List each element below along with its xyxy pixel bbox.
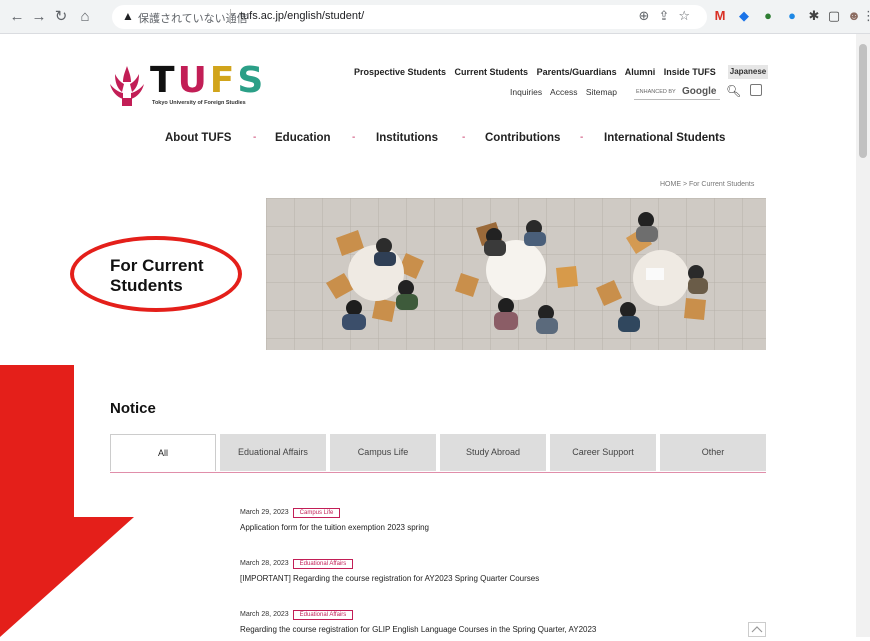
- news-list-item[interactable]: March 28, 2023 Eduational Affairs [IMPORT…: [240, 552, 539, 583]
- logo-subtitle: Tokyo University of Foreign Studies: [152, 100, 246, 106]
- side-panel-icon[interactable]: ▢: [826, 8, 842, 24]
- back-arrow-icon[interactable]: ←: [8, 8, 26, 26]
- forward-arrow-icon[interactable]: →: [30, 8, 48, 26]
- share-icon[interactable]: ⇪: [658, 8, 678, 23]
- security-label: 保護されていない通信: [138, 13, 248, 25]
- nav-link-alumni[interactable]: Alumni: [625, 67, 656, 77]
- news-category-tag: Campus Life: [292, 508, 341, 518]
- bookmark-star-icon[interactable]: ☆: [678, 8, 699, 23]
- reload-icon[interactable]: ↻: [52, 8, 70, 26]
- main-navigation: About TUFS - Education - Institutions - …: [0, 130, 870, 150]
- annotation-ellipse: [70, 236, 242, 312]
- tab-educational-affairs[interactable]: Eduational Affairs: [220, 434, 326, 471]
- profile-avatar-icon[interactable]: ☻: [846, 8, 862, 24]
- nav-education[interactable]: Education: [275, 132, 331, 144]
- nav-separator: -: [462, 132, 466, 143]
- nav-contributions[interactable]: Contributions: [485, 132, 560, 144]
- address-bar[interactable]: ▲ 保護されていない通信 tufs.ac.jp/english/student/…: [112, 5, 707, 29]
- menu-kebab-icon[interactable]: ⋮: [862, 8, 870, 24]
- news-list-item[interactable]: March 29, 2023 Campus Life Application fo…: [240, 501, 429, 532]
- site-logo[interactable]: TUFS: [150, 62, 266, 100]
- nav-link-current-students[interactable]: Current Students: [455, 67, 529, 77]
- tab-campus-life[interactable]: Campus Life: [330, 434, 436, 471]
- news-title-link[interactable]: Application form for the tuition exempti…: [240, 523, 429, 532]
- back-to-top-button[interactable]: [748, 622, 766, 637]
- search-google-label: Google: [682, 86, 717, 97]
- puzzle-extensions-icon[interactable]: ✱: [806, 8, 822, 24]
- tab-study-abroad[interactable]: Study Abroad: [440, 434, 546, 471]
- nav-link-parents-guardians[interactable]: Parents/Guardians: [537, 67, 617, 77]
- extension-icon[interactable]: ●: [784, 8, 800, 24]
- annotation-arrow-down-icon: [0, 365, 134, 637]
- news-date: March 28, 2023: [240, 611, 289, 618]
- omnibox-separator: [230, 9, 231, 24]
- sitemap-link[interactable]: Sitemap: [586, 87, 617, 97]
- notice-tabs: All Eduational Affairs Campus Life Study…: [110, 434, 766, 472]
- japanese-language-button[interactable]: Japanese: [728, 65, 768, 79]
- omnibox-actions: ⊕⇪☆: [639, 8, 699, 24]
- news-title-link[interactable]: Regarding the course registration for GL…: [240, 625, 596, 634]
- nav-separator: -: [580, 132, 584, 143]
- nav-international-students[interactable]: International Students: [604, 132, 725, 144]
- nav-link-prospective-students[interactable]: Prospective Students: [354, 67, 446, 77]
- nav-link-inside-tufs[interactable]: Inside TUFS: [664, 67, 716, 77]
- extension-icon[interactable]: ●: [760, 8, 776, 24]
- nav-institutions[interactable]: Institutions: [376, 132, 438, 144]
- inquiries-link[interactable]: Inquiries: [510, 87, 542, 97]
- search-icon[interactable]: 🔍︎: [726, 84, 741, 98]
- news-category-tag: Eduational Affairs: [292, 559, 354, 569]
- news-date: March 28, 2023: [240, 560, 289, 567]
- news-category-tag: Eduational Affairs: [292, 610, 354, 620]
- nav-separator: -: [253, 132, 257, 143]
- site-search-input[interactable]: ENHANCED BY Google: [634, 84, 720, 100]
- university-emblem-icon[interactable]: [108, 64, 146, 108]
- nav-separator: -: [352, 132, 356, 143]
- news-list-item[interactable]: March 28, 2023 Eduational Affairs Regardi…: [240, 603, 596, 634]
- audience-nav: Prospective Students Current Students Pa…: [354, 67, 722, 77]
- warning-icon: ▲: [122, 9, 134, 23]
- news-date: March 29, 2023: [240, 509, 289, 516]
- browser-toolbar: ← → ↻ ⌂ ▲ 保護されていない通信 tufs.ac.jp/english/…: [0, 0, 870, 34]
- tab-other[interactable]: Other: [660, 434, 766, 471]
- gmail-extension-icon[interactable]: M: [712, 8, 728, 24]
- home-icon[interactable]: ⌂: [76, 8, 94, 26]
- tab-career-support[interactable]: Career Support: [550, 434, 656, 471]
- chevron-up-icon: [751, 626, 763, 633]
- print-icon[interactable]: [750, 84, 762, 96]
- search-enhanced-label: ENHANCED BY: [636, 89, 676, 95]
- tab-underline: [110, 472, 766, 473]
- logo-text: TUFS: [150, 60, 267, 101]
- url-text[interactable]: tufs.ac.jp/english/student/: [240, 10, 364, 22]
- news-title-link[interactable]: [IMPORTANT] Regarding the course registr…: [240, 574, 539, 583]
- extension-icon[interactable]: ◆: [736, 8, 752, 24]
- breadcrumb[interactable]: HOME > For Current Students: [660, 181, 754, 188]
- utility-nav: Inquiries Access Sitemap: [510, 87, 623, 97]
- access-link[interactable]: Access: [550, 87, 577, 97]
- nav-about-tufs[interactable]: About TUFS: [165, 132, 231, 144]
- hero-image: [266, 198, 766, 350]
- zoom-icon[interactable]: ⊕: [639, 8, 659, 23]
